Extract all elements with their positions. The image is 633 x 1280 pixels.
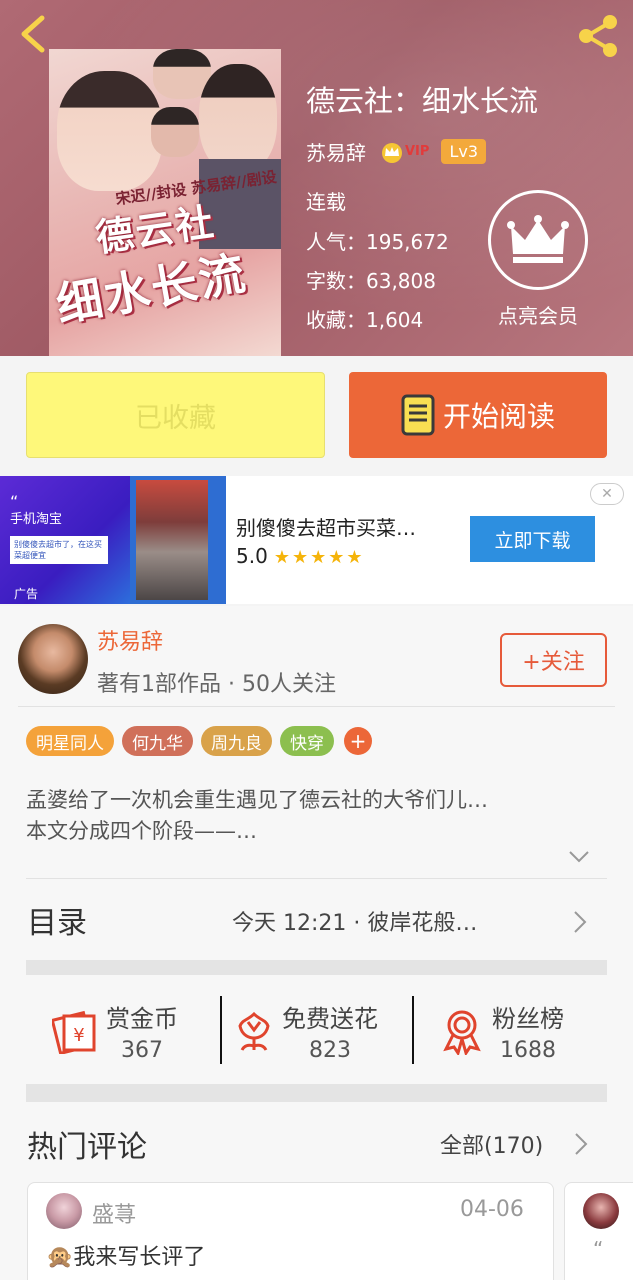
toc-latest-chapter[interactable]: 今天 12:21 · 彼岸花般…	[232, 905, 477, 937]
section-separator	[26, 1084, 607, 1102]
cover-title-line2: 细水长流	[52, 245, 251, 333]
share-icon[interactable]	[575, 14, 621, 58]
tag-item[interactable]: 快穿	[280, 726, 334, 756]
divider	[26, 878, 607, 879]
gift-count: 1688	[500, 1038, 556, 1063]
book-icon	[401, 394, 435, 436]
gift-count: 367	[121, 1038, 163, 1063]
vip-badge: VIP	[380, 141, 429, 163]
member-button[interactable]: 点亮会员	[486, 190, 590, 329]
popularity-stat: 人气：195,672	[306, 230, 449, 254]
book-cover[interactable]: 宋迟//封设 苏易辞//剧设 德云社 细水长流	[49, 49, 281, 356]
author-card-name[interactable]: 苏易辞	[97, 624, 163, 656]
gift-coin-button[interactable]: ¥ 赏金币 367	[52, 990, 178, 1072]
gift-count: 823	[309, 1038, 351, 1063]
ad-brand: 手机淘宝	[10, 512, 63, 527]
ad-video-thumbnail	[130, 476, 226, 604]
author-name[interactable]: 苏易辞	[306, 137, 366, 166]
chevron-right-icon[interactable]	[574, 1132, 588, 1156]
fan-ranking-button[interactable]: 粉丝榜 1688	[440, 990, 564, 1072]
tag-item[interactable]: 周九良	[201, 726, 272, 756]
ad-rating: 5.0 ★★★★★	[236, 544, 365, 568]
flower-icon	[238, 1011, 270, 1051]
action-bar: 已收藏 开始阅读	[0, 356, 633, 474]
word-count-stat: 字数：63,808	[306, 269, 436, 293]
ad-image: “ 手机淘宝 别傻傻去超市了，在这买菜超便宜 广告	[0, 476, 130, 604]
divider	[18, 706, 615, 707]
gift-name: 免费送花	[282, 1005, 378, 1033]
gift-name: 赏金币	[106, 1005, 178, 1033]
comment-date: 04-06	[460, 1197, 524, 1222]
book-header: 宋迟//封设 苏易辞//剧设 德云社 细水长流 德云社：细水长流 苏易辞 VIP…	[0, 0, 633, 356]
ad-card-text: 别傻傻去超市了，在这买菜超便宜	[10, 536, 108, 564]
ad-photo	[136, 480, 208, 600]
favorited-button[interactable]: 已收藏	[26, 372, 325, 458]
close-icon[interactable]: ✕	[590, 483, 624, 505]
section-separator	[26, 960, 607, 975]
crown-icon	[507, 215, 569, 263]
svg-text:¥: ¥	[73, 1025, 84, 1046]
divider	[220, 996, 222, 1064]
book-status: 连载	[306, 190, 346, 214]
gift-flower-button[interactable]: 免费送花 823	[234, 990, 378, 1072]
back-arrow-icon[interactable]	[14, 12, 54, 56]
avatar[interactable]	[46, 1193, 82, 1229]
cover-figure	[199, 64, 277, 174]
ad-download-button[interactable]: 立即下载	[470, 516, 595, 562]
toc-label[interactable]: 目录	[27, 898, 87, 942]
add-tag-button[interactable]: +	[344, 727, 372, 755]
comment-user[interactable]: 盛荨	[92, 1197, 136, 1229]
cover-figure	[151, 107, 199, 157]
divider	[412, 996, 414, 1064]
gift-bar: ¥ 赏金币 367 免费送花 823 粉丝榜 1688	[26, 990, 607, 1072]
author-row: 苏易辞 VIP Lv3	[306, 137, 486, 166]
comment-card[interactable]: “	[564, 1182, 633, 1280]
author-card-subtitle: 著有1部作品 · 50人关注	[97, 672, 336, 697]
follow-button[interactable]: +关注	[500, 633, 607, 687]
avatar[interactable]	[18, 624, 88, 694]
tag-item[interactable]: 明星同人	[26, 726, 114, 756]
start-reading-button[interactable]: 开始阅读	[349, 372, 607, 458]
start-reading-label: 开始阅读	[442, 400, 555, 433]
member-crown-badge	[488, 190, 588, 290]
member-label: 点亮会员	[498, 304, 578, 328]
details-section	[0, 606, 633, 1280]
avatar[interactable]	[583, 1193, 619, 1229]
level-badge: Lv3	[441, 139, 486, 164]
star-rating-icon: ★★★★★	[273, 547, 365, 568]
ad-rating-value: 5.0	[236, 544, 268, 568]
gift-name: 粉丝榜	[492, 1005, 564, 1033]
favorites-stat: 收藏：1,604	[306, 308, 424, 332]
coin-envelope-icon: ¥	[52, 1010, 96, 1054]
medal-icon	[443, 1010, 481, 1055]
comment-card[interactable]: 盛荨 04-06 🙊我来写长评了	[27, 1182, 554, 1280]
ad-title[interactable]: 别傻傻去超市买菜…	[236, 512, 416, 541]
chevron-right-icon[interactable]	[573, 910, 587, 934]
chevron-down-icon[interactable]	[568, 850, 590, 864]
cover-figure	[57, 71, 162, 191]
comment-text: 🙊我来写长评了	[46, 1245, 206, 1270]
book-title: 德云社：细水长流	[306, 84, 539, 118]
tag-list: 明星同人 何九华 周九良 快穿 +	[26, 726, 372, 756]
tag-item[interactable]: 何九华	[122, 726, 193, 756]
book-description[interactable]: 孟婆给了一次机会重生遇见了德云社的大爷们儿… 本文分成四个阶段——…	[26, 785, 616, 847]
quote-icon: “	[593, 1237, 604, 1261]
description-line: 本文分成四个阶段——…	[26, 819, 257, 843]
description-line: 孟婆给了一次机会重生遇见了德云社的大爷们儿…	[26, 788, 488, 812]
hot-comments-title: 热门评论	[27, 1130, 147, 1165]
all-comments-link[interactable]: 全部(170)	[440, 1128, 543, 1160]
crown-icon	[382, 142, 402, 163]
ad-corner-label: 广告	[14, 587, 39, 601]
